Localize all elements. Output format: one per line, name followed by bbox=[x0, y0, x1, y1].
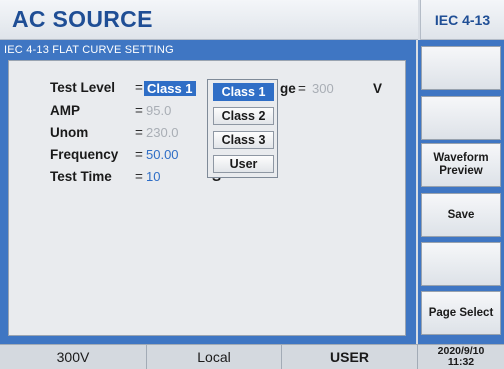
softkey-5[interactable] bbox=[421, 242, 501, 286]
mode-indicator: IEC 4-13 bbox=[420, 0, 504, 40]
dropdown-option-user[interactable]: User bbox=[213, 155, 274, 173]
amp-equals: = bbox=[135, 103, 143, 118]
amp-label: AMP bbox=[50, 103, 80, 118]
test-level-label: Test Level bbox=[50, 80, 116, 95]
page-select-button[interactable]: Page Select bbox=[421, 291, 501, 335]
test-level-dropdown: Class 1 Class 2 Class 3 User bbox=[207, 79, 278, 178]
waveform-preview-button[interactable]: Waveform Preview bbox=[421, 143, 501, 187]
dropdown-option-class-1[interactable]: Class 1 bbox=[213, 83, 274, 101]
status-time: 11:32 bbox=[447, 356, 475, 368]
test-level-field[interactable]: Class 1 bbox=[144, 80, 196, 98]
dropdown-option-class-3[interactable]: Class 3 bbox=[213, 131, 274, 149]
voltage-unit: V bbox=[373, 81, 383, 96]
test-level-equals: = bbox=[135, 80, 143, 95]
softkey-1[interactable] bbox=[421, 46, 501, 90]
unom-value[interactable]: 230.0 bbox=[146, 125, 179, 140]
frequency-label: Frequency bbox=[50, 147, 119, 162]
test-time-value[interactable]: 10 bbox=[146, 169, 160, 184]
softkey-2[interactable] bbox=[421, 96, 501, 140]
test-level-value[interactable]: Class 1 bbox=[144, 81, 196, 96]
amp-value[interactable]: 95.0 bbox=[146, 103, 171, 118]
frequency-value[interactable]: 50.00 bbox=[146, 147, 179, 162]
voltage-label: ge bbox=[280, 81, 296, 96]
status-user: USER bbox=[282, 345, 418, 369]
status-range: 300V bbox=[0, 345, 147, 369]
unom-equals: = bbox=[135, 125, 143, 140]
waveform-preview-label: Waveform Preview bbox=[433, 152, 489, 177]
panel-title: IEC 4-13 FLAT CURVE SETTING bbox=[4, 44, 174, 56]
unom-label: Unom bbox=[50, 125, 89, 140]
test-time-equals: = bbox=[135, 169, 143, 184]
dropdown-option-class-2[interactable]: Class 2 bbox=[213, 107, 274, 125]
frequency-equals: = bbox=[135, 147, 143, 162]
voltage-value[interactable]: 300 bbox=[312, 81, 334, 96]
status-control: Local bbox=[147, 345, 282, 369]
save-button[interactable]: Save bbox=[421, 193, 501, 237]
app-title: AC SOURCE bbox=[12, 6, 153, 32]
status-datetime: 2020/9/10 11:32 bbox=[418, 345, 504, 369]
voltage-equals: = bbox=[298, 81, 306, 96]
test-time-label: Test Time bbox=[50, 169, 112, 184]
